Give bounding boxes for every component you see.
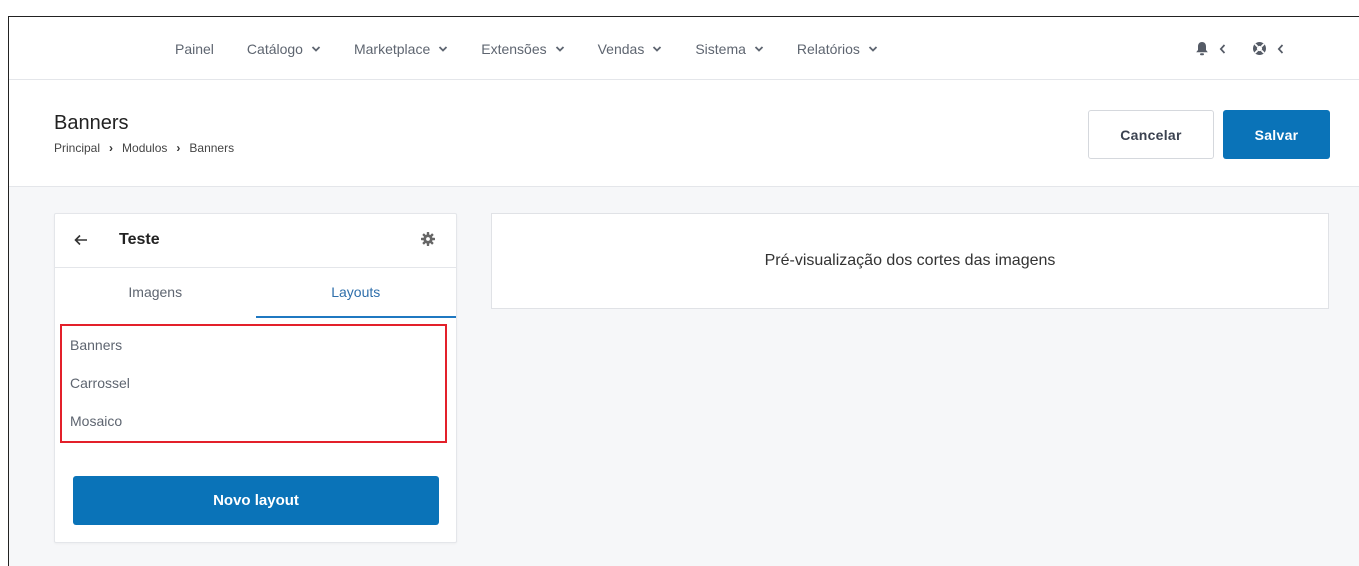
notifications-button[interactable] bbox=[1195, 41, 1226, 56]
chevron-down-icon bbox=[754, 45, 764, 52]
chevron-left-icon bbox=[1277, 43, 1284, 54]
tab-layouts[interactable]: Layouts bbox=[255, 268, 456, 318]
nav-menu: Painel Catálogo Marketplace Extensões Ve… bbox=[175, 17, 911, 80]
nav-item-vendas[interactable]: Vendas bbox=[598, 41, 663, 57]
chevron-down-icon bbox=[555, 45, 564, 52]
layout-item-carrossel[interactable]: Carrossel bbox=[62, 372, 445, 410]
lifebuoy-icon bbox=[1253, 42, 1266, 55]
breadcrumb-separator-icon: › bbox=[109, 141, 114, 155]
page-title: Banners bbox=[54, 112, 129, 134]
nav-item-label: Extensões bbox=[481, 40, 547, 57]
arrow-left-icon[interactable] bbox=[74, 233, 88, 247]
tab-imagens[interactable]: Imagens bbox=[55, 268, 256, 318]
nav-item-extensoes[interactable]: Extensões bbox=[481, 41, 564, 57]
crop-preview-box: Pré-visualização dos cortes das imagens bbox=[491, 213, 1329, 309]
breadcrumb-item[interactable]: Principal bbox=[54, 141, 100, 155]
help-button[interactable] bbox=[1252, 41, 1284, 56]
nav-item-label: Relatórios bbox=[796, 40, 860, 57]
layout-list: Banners Carrossel Mosaico bbox=[60, 324, 447, 443]
panel-title: Teste bbox=[119, 231, 160, 248]
nav-item-label: Marketplace bbox=[353, 40, 431, 57]
new-layout-button[interactable]: Novo layout bbox=[73, 476, 439, 525]
chevron-left-icon bbox=[1219, 43, 1226, 54]
nav-item-catalogo[interactable]: Catálogo bbox=[247, 41, 321, 57]
bell-icon bbox=[1196, 42, 1208, 56]
nav-item-label: Painel bbox=[175, 40, 214, 57]
page-header: Banners Principal › Modulos › Banners Ca… bbox=[9, 80, 1359, 187]
nav-right-icons bbox=[1195, 17, 1310, 80]
layout-item-mosaico[interactable]: Mosaico bbox=[62, 410, 445, 448]
nav-item-painel[interactable]: Painel bbox=[175, 41, 214, 57]
chevron-down-icon bbox=[653, 45, 662, 52]
nav-item-marketplace[interactable]: Marketplace bbox=[354, 41, 448, 57]
top-navigation: Painel Catálogo Marketplace Extensões Ve… bbox=[9, 17, 1359, 80]
nav-item-relatorios[interactable]: Relatórios bbox=[797, 41, 878, 57]
preview-text: Pré-visualização dos cortes das imagens bbox=[764, 252, 1056, 269]
nav-item-label: Vendas bbox=[597, 40, 645, 57]
breadcrumb-separator-icon: › bbox=[176, 141, 181, 155]
nav-item-label: Catálogo bbox=[246, 40, 303, 57]
breadcrumb-item: Banners bbox=[189, 141, 235, 155]
cancel-button[interactable]: Cancelar bbox=[1088, 110, 1214, 159]
save-button[interactable]: Salvar bbox=[1223, 110, 1330, 159]
panel-tabs: Imagens Layouts bbox=[55, 268, 456, 318]
chevron-down-icon bbox=[439, 45, 448, 52]
gear-icon[interactable] bbox=[421, 232, 435, 246]
layout-item-banners[interactable]: Banners bbox=[62, 334, 445, 372]
chevron-down-icon bbox=[868, 45, 878, 52]
banner-panel: Teste Imagens Layouts Banners Carrossel … bbox=[54, 213, 457, 543]
app-frame: Painel Catálogo Marketplace Extensões Ve… bbox=[8, 16, 1359, 566]
panel-header: Teste bbox=[55, 214, 456, 268]
breadcrumb-item[interactable]: Modulos bbox=[122, 141, 167, 155]
chevron-down-icon bbox=[311, 45, 321, 52]
nav-item-label: Sistema bbox=[695, 40, 746, 57]
breadcrumb: Principal › Modulos › Banners bbox=[54, 141, 234, 155]
nav-item-sistema[interactable]: Sistema bbox=[695, 41, 764, 57]
